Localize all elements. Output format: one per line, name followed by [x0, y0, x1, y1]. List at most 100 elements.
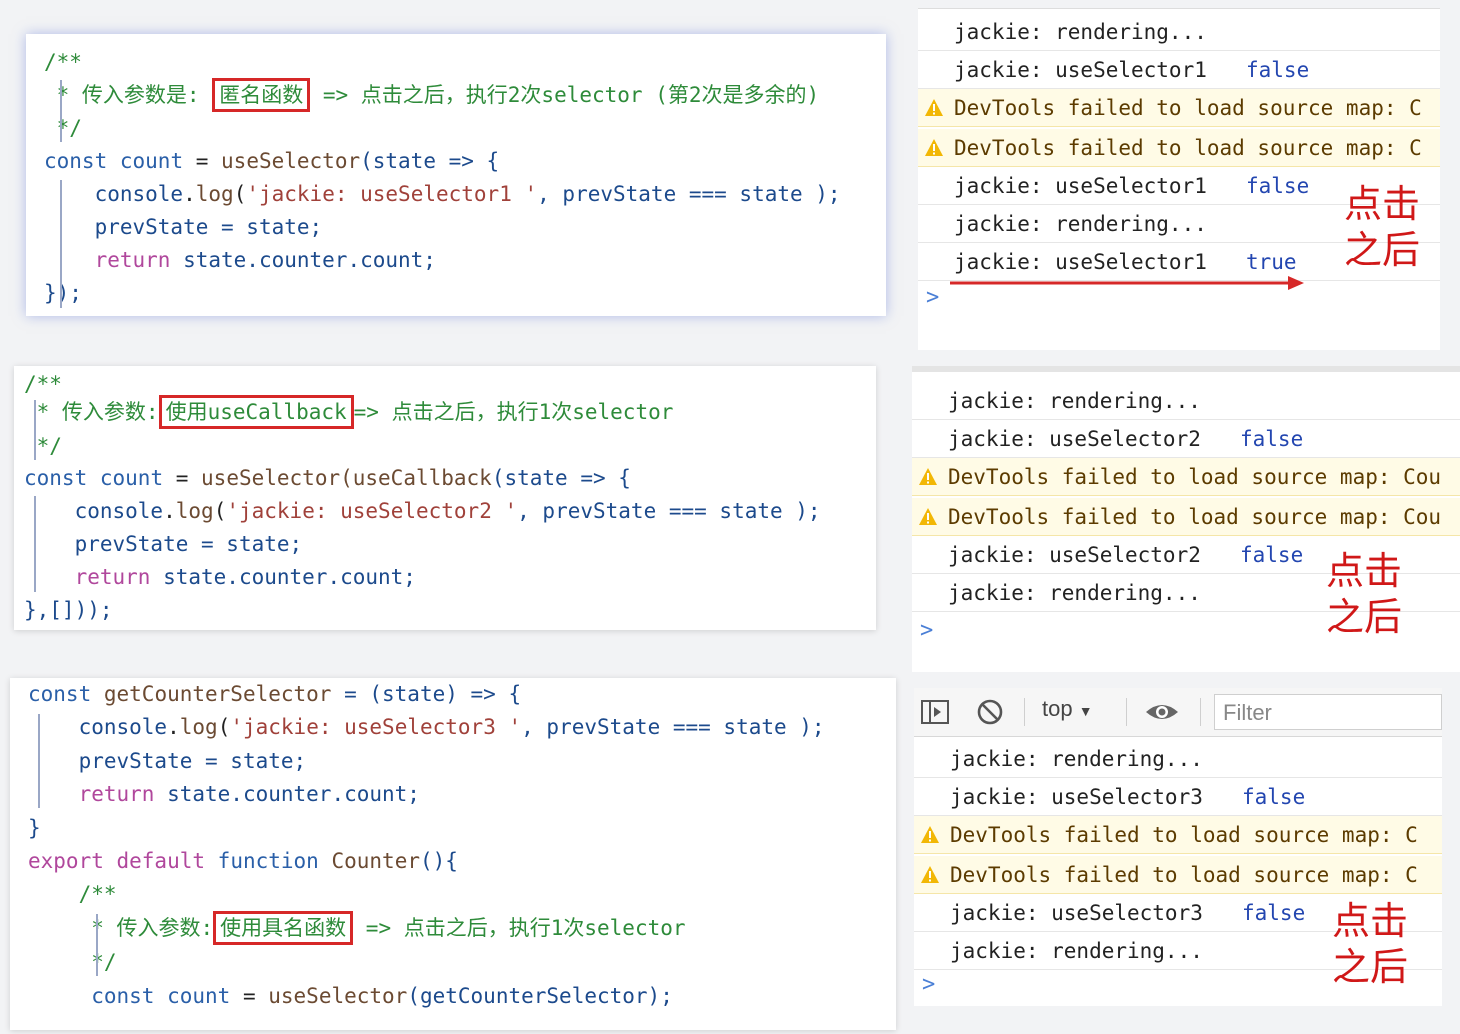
identifier: console — [94, 182, 184, 206]
red-arrow — [950, 276, 1304, 290]
function-name: log — [195, 182, 234, 206]
code-line: * 传入参数: 使用useCallback => 点击之后，执行1次selector — [24, 395, 673, 429]
annotation-line: 点击 — [1326, 549, 1403, 593]
annotation-line: 之后 — [1332, 945, 1409, 989]
console-warning-row[interactable]: DevTools failed to load source map: Cou — [912, 458, 1460, 496]
filter-input[interactable]: Filter — [1214, 694, 1442, 730]
console-prompt[interactable]: > — [926, 285, 939, 310]
console-warning-row[interactable]: DevTools failed to load source map: C — [914, 856, 1442, 894]
code-text: }); — [44, 281, 82, 305]
code-text: },[])); — [24, 598, 113, 622]
log-text: jackie: rendering... — [950, 939, 1203, 963]
eye-icon[interactable] — [1144, 700, 1180, 724]
code-line: export default function Counter(){ — [28, 845, 458, 878]
code-line: * 传入参数: 使用具名函数 => 点击之后，执行1次selector — [28, 911, 686, 945]
code-text: (state => { — [491, 466, 631, 490]
warning-text: DevTools failed to load source map: C — [950, 823, 1418, 847]
clear-console-icon[interactable] — [976, 698, 1004, 726]
keyword: const — [91, 984, 155, 1008]
operator: . — [163, 499, 176, 523]
code-line: return state.counter.count; — [44, 244, 436, 277]
keyword: const — [24, 466, 88, 490]
code-line: prevState = state; — [24, 528, 303, 561]
function-name: Counter — [331, 849, 420, 873]
keyword: return — [94, 248, 171, 272]
function-name: useSelector — [221, 149, 361, 173]
comment-text: /** — [28, 882, 117, 906]
console-prompt[interactable]: > — [920, 618, 933, 643]
identifier: count — [167, 984, 231, 1008]
code-text: prevState = state; — [74, 532, 303, 556]
toolbar-separator — [1200, 698, 1201, 726]
code-text: prevState = state; — [78, 749, 307, 773]
code-text: (getCounterSelector); — [407, 984, 673, 1008]
console-warning-row[interactable]: DevTools failed to load source map: Cou — [912, 498, 1460, 536]
log-text: jackie: rendering... — [950, 747, 1203, 771]
code-text: state.counter.count; — [154, 782, 420, 806]
warning-icon — [919, 508, 937, 525]
console-warning-row[interactable]: DevTools failed to load source map: C — [918, 129, 1440, 167]
highlight-box: 匿名函数 — [212, 78, 311, 112]
code-line: }); — [44, 277, 82, 310]
toolbar-separator — [1024, 698, 1025, 726]
operator: = — [230, 984, 269, 1008]
sidebar-toggle-icon[interactable] — [920, 698, 950, 726]
console-warning-row[interactable]: DevTools failed to load source map: C — [918, 89, 1440, 127]
code-text: , prevState === state ); — [521, 715, 825, 739]
code-line: */ — [24, 430, 62, 463]
warning-icon — [925, 139, 943, 156]
code-line: prevState = state; — [28, 745, 307, 778]
console-log-row: jackie: useSelector1 false — [918, 51, 1440, 89]
keyword: export default — [28, 849, 206, 873]
warning-icon — [919, 468, 937, 485]
code-line: /** — [44, 46, 82, 79]
log-text: jackie: useSelector3 — [950, 901, 1203, 925]
code-line: const count = useSelector(getCounterSele… — [28, 980, 673, 1013]
indent-guide — [96, 914, 98, 976]
code-text: (){ — [420, 849, 458, 873]
log-text: jackie: rendering... — [954, 20, 1207, 44]
function-name: getCounterSelector — [103, 682, 332, 706]
code-line: console.log('jackie: useSelector3 ', pre… — [28, 711, 825, 744]
code-line: const count = useSelector(state => { — [44, 145, 499, 178]
comment-text: * 传入参数: — [24, 400, 159, 424]
highlight-box: 使用具名函数 — [213, 911, 354, 945]
operator: = — [163, 466, 202, 490]
code-line: const getCounterSelector = (state) => { — [28, 678, 521, 711]
indent-guide — [38, 714, 40, 808]
log-text: jackie: rendering... — [948, 389, 1201, 413]
string-literal: 'jackie: useSelector1 ' — [246, 182, 538, 206]
comment-text: * 传入参数: — [28, 916, 214, 940]
boolean-value: false — [1246, 174, 1310, 198]
boolean-value: false — [1240, 543, 1304, 567]
code-text: , prevState === state ); — [517, 499, 821, 523]
keyword: const — [44, 149, 108, 173]
annotation-line: 点击 — [1344, 182, 1421, 226]
console-warning-row[interactable]: DevTools failed to load source map: C — [914, 816, 1442, 854]
devtools-console-3: top ▼ Filter jackie: rendering... jackie… — [914, 688, 1442, 1006]
indent-guide — [34, 496, 36, 592]
comment-text: /** — [44, 50, 82, 74]
context-selector[interactable]: top ▼ — [1042, 696, 1093, 722]
operator: . — [183, 182, 196, 206]
code-line: const count = useSelector(useCallback(st… — [24, 462, 631, 495]
code-text: state.counter.count; — [170, 248, 436, 272]
console-toolbar: top ▼ Filter — [914, 688, 1442, 737]
operator: . — [167, 715, 180, 739]
warning-text: DevTools failed to load source map: C — [954, 136, 1422, 160]
code-line: prevState = state; — [44, 211, 323, 244]
console-prompt[interactable]: > — [922, 972, 935, 997]
warning-icon — [921, 826, 939, 843]
context-label: top — [1042, 696, 1073, 721]
function-name: log — [179, 715, 218, 739]
devtools-console-2: jackie: rendering... jackie: useSelector… — [912, 366, 1460, 672]
log-text: jackie: rendering... — [954, 212, 1207, 236]
